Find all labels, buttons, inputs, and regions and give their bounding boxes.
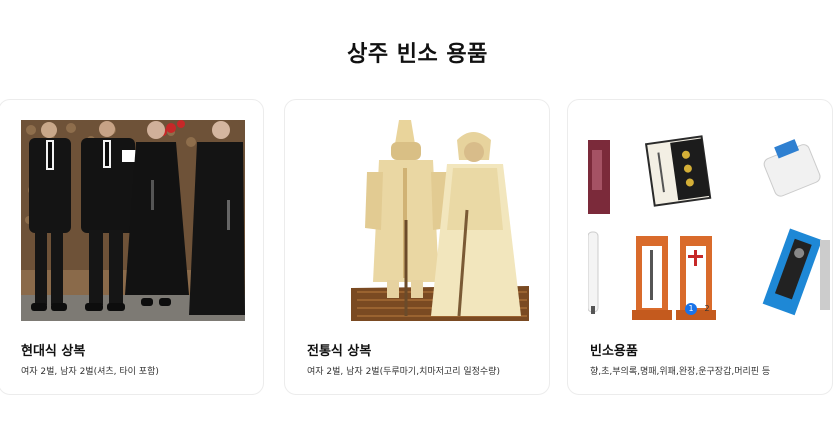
- funeral-supplies-image: [588, 120, 832, 321]
- modern-mourning-clothes-image: [21, 120, 245, 321]
- card-description: 향,초,부의록,명패,위패,완장,운구장갑,머리핀 등: [590, 367, 771, 377]
- traditional-mourning-clothes-image: [307, 120, 531, 321]
- card-traditional-mourning-clothes[interactable]: 전통식 상복 여자 2벌, 남자 2벌(두루마기,치마저고리 일정수량): [284, 99, 550, 395]
- pager-page-1[interactable]: 1: [685, 303, 697, 315]
- card-title: 전통식 상복: [307, 344, 372, 359]
- card-title: 빈소용품: [590, 344, 638, 359]
- funeral-supplies-section: 상주 빈소 용품 현대식 상복 여자 2벌, 남자 2벌(셔츠, 타이 포함) …: [0, 0, 835, 429]
- card-description: 여자 2벌, 남자 2벌(두루마기,치마저고리 일정수량): [307, 367, 500, 377]
- pager-page-2[interactable]: 2: [701, 303, 713, 315]
- image-pager: 1 2: [685, 303, 713, 315]
- card-modern-mourning-clothes[interactable]: 현대식 상복 여자 2벌, 남자 2벌(셔츠, 타이 포함): [0, 99, 264, 395]
- section-title: 상주 빈소 용품: [347, 42, 488, 67]
- card-description: 여자 2벌, 남자 2벌(셔츠, 타이 포함): [21, 367, 159, 377]
- card-funeral-supplies[interactable]: 1 2 빈소용품 향,초,부의록,명패,위패,완장,운구장갑,머리핀 등: [567, 99, 833, 395]
- card-title: 현대식 상복: [21, 344, 86, 359]
